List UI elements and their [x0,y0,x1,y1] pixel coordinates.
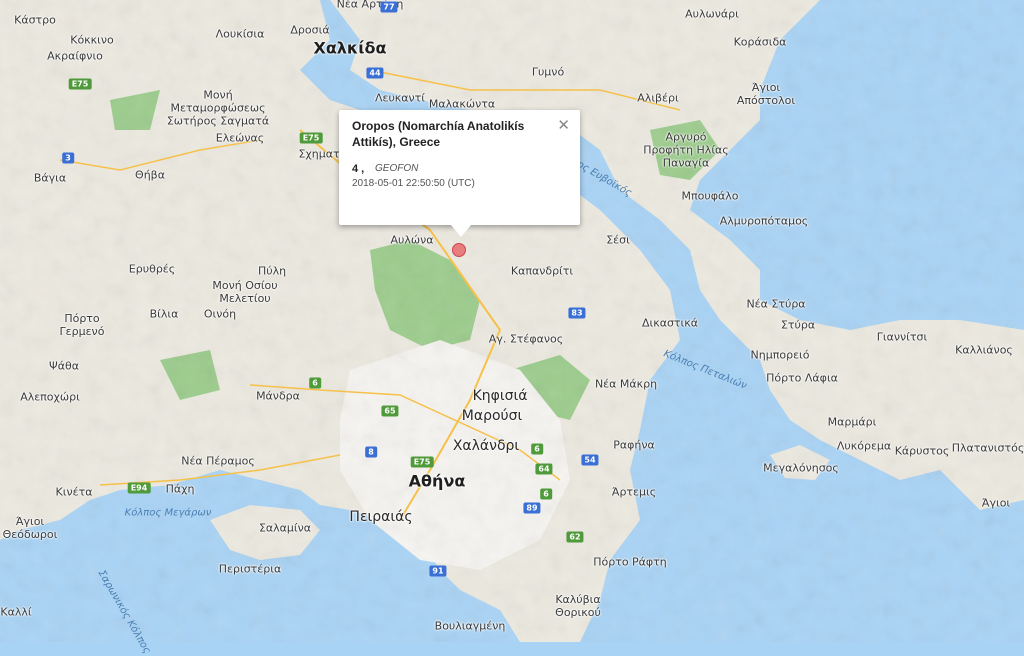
place-label-agioi-east: Άγιοι [981,496,1011,510]
place-label-peristeria: Περιστέρια [218,562,282,576]
road-shield: 83 [568,307,586,319]
road-shield: 6 [309,377,321,389]
place-label-kapandriti: Καπανδρίτι [510,264,574,278]
place-label-alepochori: Αλεποχώρι [20,390,80,404]
place-label-kineta: Κινέτα [55,485,93,499]
place-label-porto-germeno: Πόρτο Γερμενό [59,312,105,338]
place-label-aliveri: Αλιβέρι [637,91,679,105]
place-label-drosia: Δροσιά [290,23,330,37]
place-label-kokkino: Κόκκινο [70,33,114,47]
place-label-nea-peramos: Νέα Πέραμος [181,454,255,468]
road-shield: E94 [127,482,151,494]
place-label-nimporeio: Νημπορειό [750,348,810,362]
road-shield: 6 [531,443,543,455]
road-shield: E75 [410,456,434,468]
place-label-mandra: Μάνδρα [256,389,300,403]
place-label-avlona: Αυλώνα [390,233,434,247]
earthquake-info-popup: Oropos (Nomarchía Anatolikís Attikís), G… [339,110,580,237]
place-label-argyro: Αργυρό Προφήτη Ηλίας Παναγία [643,130,729,170]
road-shield: E75 [68,78,92,90]
popup-time: 2018-05-01 22:50:50 (UTC) [352,178,475,189]
place-label-karystos: Κάρυστος [894,444,950,458]
popup-magnitude: 4 , [352,163,365,175]
place-label-vouliagmeni: Βουλιαγμένη [434,619,506,633]
map-canvas[interactable] [0,0,1024,642]
place-label-agioi-theodoroi: Άγιοι Θεόδωροι [2,515,58,541]
place-label-marousi: Μαρούσι [461,408,523,424]
place-label-porto-rafti: Πόρτο Ράφτη [593,555,667,569]
place-label-salamina: Σαλαμίνα [258,521,312,535]
road-shield: 89 [523,502,541,514]
road-shield: 62 [566,531,584,543]
place-label-kastro: Κάστρο [14,13,56,27]
earthquake-marker-icon[interactable] [452,243,466,257]
place-label-pyli: Πύλη [257,264,287,278]
place-label-avlonari: Αυλωνάρι [685,7,739,21]
place-label-vilia: Βίλια [149,307,179,321]
water-label-megaron: Κόλπος Μεγάρων [124,507,212,519]
road-shield: 77 [380,1,398,13]
place-label-loukisia: Λουκίσια [215,27,265,41]
place-label-kifisia: Κηφισιά [472,388,528,404]
road-shield: 64 [535,463,553,475]
road-shield: 65 [381,405,399,417]
hillshade [0,0,1024,642]
road-shield: 54 [581,454,599,466]
place-label-bouffalo: Μπουφάλο [681,189,739,203]
place-label-kalyvia: Καλύβια Θορικού [555,593,601,619]
place-label-korasida: Κοράσιδα [733,35,787,49]
place-label-akraifnio: Ακραίφνιο [47,49,103,63]
place-label-chalkida: Χαλκίδα [313,38,387,58]
place-label-moni-osiou: Μονή Οσίου Μελετίου [212,279,278,305]
road-shield: 6 [540,488,552,500]
place-label-rafina: Ραφήνα [613,438,655,452]
close-icon[interactable]: ✕ [557,116,570,134]
place-label-kalli: Καλλί [0,605,32,619]
place-label-eleonas: Ελεώνας [215,131,265,145]
place-label-chalandri: Χαλάνδρι [452,438,520,454]
popup-title: Oropos (Nomarchía Anatolikís Attikís), G… [352,119,525,149]
place-label-dikastika: Δικαστικά [641,316,699,330]
place-label-almyropotamos: Αλμυροπόταμος [719,214,809,228]
place-label-ag-stefanos: Αγ. Στέφανος [488,332,564,346]
place-label-athina: Αθήνα [408,471,466,491]
place-label-gymno: Γυμνό [531,65,565,79]
place-label-nea-styra: Νέα Στύρα [746,297,806,311]
road-shield: 3 [62,152,74,164]
popup-source-link[interactable]: GEOFON [375,163,418,174]
road-shield: E75 [299,132,323,144]
place-label-pachi: Πάχη [165,482,195,496]
place-label-thiva: Θήβα [135,168,165,182]
place-label-porto-lafia: Πόρτο Λάφια [766,371,838,385]
place-label-agioi-apostoloi: Άγιοι Απόστολοι [736,81,796,107]
place-label-peiraias: Πειραιάς [349,509,413,525]
place-label-sesi: Σέσι [606,233,630,247]
road-shield: 44 [366,67,384,79]
place-label-platanistos: Πλατανιστός [951,441,1024,455]
place-label-styra: Στύρα [780,318,816,332]
place-label-kallianos: Καλλιάνος [955,343,1013,357]
road-shield: 91 [429,565,447,577]
place-label-vagia: Βάγια [33,171,67,185]
place-label-lefkanti: Λευκαντί [374,91,426,105]
place-label-megalonisos: Μεγαλόνησος [763,461,839,475]
place-label-artemis: Άρτεμις [611,485,657,499]
place-label-giannitsi: Γιαννίτσι [876,330,928,344]
road-shield: 8 [365,446,377,458]
place-label-marmari: Μαρμάρι [827,415,877,429]
place-label-nea-makri: Νέα Μάκρη [594,377,658,391]
place-label-moni-metamorfoseos: Μονή Μεταμορφώσεως Σωτήρος Σαγματά [166,88,270,128]
place-label-lykorema: Λυκόρεμα [836,439,892,453]
place-label-erythres: Ερυθρές [128,262,176,276]
place-label-oinoi: Οινόη [203,307,237,321]
place-label-psatha: Ψάθα [49,359,79,373]
place-label-malakonta: Μαλακώντα [428,97,496,111]
